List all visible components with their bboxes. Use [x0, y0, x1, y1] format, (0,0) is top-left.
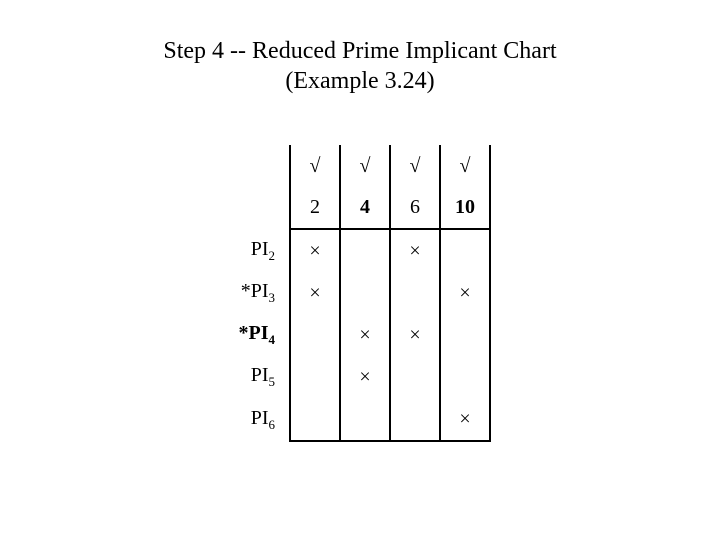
pi-table: √ √ √ √ 2 4 6 10 PI2××*PI3××*PI4××PI5×PI… [175, 145, 491, 442]
grid-cell [390, 272, 440, 314]
minterm-0: 2 [290, 187, 340, 229]
table-row: PI5 × [175, 356, 490, 398]
table-row: PI6 × [175, 398, 490, 441]
grid-cell: × [440, 398, 490, 441]
page: Step 4 -- Reduced Prime Implicant Chart … [0, 0, 720, 540]
grid-cell [290, 398, 340, 441]
grid-cell: × [390, 314, 440, 356]
row-label: *PI3 [175, 272, 290, 314]
table-row: *PI3×× [175, 272, 490, 314]
minterm-1: 4 [340, 187, 390, 229]
grid-cell [390, 356, 440, 398]
grid-cell [440, 356, 490, 398]
col-check-1: √ [340, 145, 390, 187]
minterm-row: 2 4 6 10 [175, 187, 490, 229]
col-check-3: √ [440, 145, 490, 187]
minterm-3: 10 [440, 187, 490, 229]
title-line-2: (Example 3.24) [285, 68, 434, 94]
grid-cell: × [440, 272, 490, 314]
title-line-1: Step 4 -- Reduced Prime Implicant Chart [163, 38, 556, 64]
grid-cell: × [340, 356, 390, 398]
grid-cell: × [340, 314, 390, 356]
table-row: *PI4 ×× [175, 314, 490, 356]
grid-cell [290, 356, 340, 398]
grid-cell [340, 398, 390, 441]
grid-cell: × [290, 229, 340, 272]
table-row: PI2×× [175, 229, 490, 272]
check-row: √ √ √ √ [175, 145, 490, 187]
grid-cell: × [390, 229, 440, 272]
row-label: PI2 [175, 229, 290, 272]
grid-cell [340, 229, 390, 272]
row-label: PI6 [175, 398, 290, 441]
grid-cell: × [290, 272, 340, 314]
col-check-2: √ [390, 145, 440, 187]
blank-corner [175, 145, 290, 187]
row-label: *PI4 [175, 314, 290, 356]
grid-cell [340, 272, 390, 314]
grid-cell [440, 229, 490, 272]
row-label: PI5 [175, 356, 290, 398]
page-title: Step 4 -- Reduced Prime Implicant Chart … [0, 36, 720, 96]
minterm-2: 6 [390, 187, 440, 229]
grid-cell [290, 314, 340, 356]
grid-cell [440, 314, 490, 356]
blank-corner-2 [175, 187, 290, 229]
col-check-0: √ [290, 145, 340, 187]
prime-implicant-chart: √ √ √ √ 2 4 6 10 PI2××*PI3××*PI4××PI5×PI… [175, 145, 491, 442]
grid-cell [390, 398, 440, 441]
